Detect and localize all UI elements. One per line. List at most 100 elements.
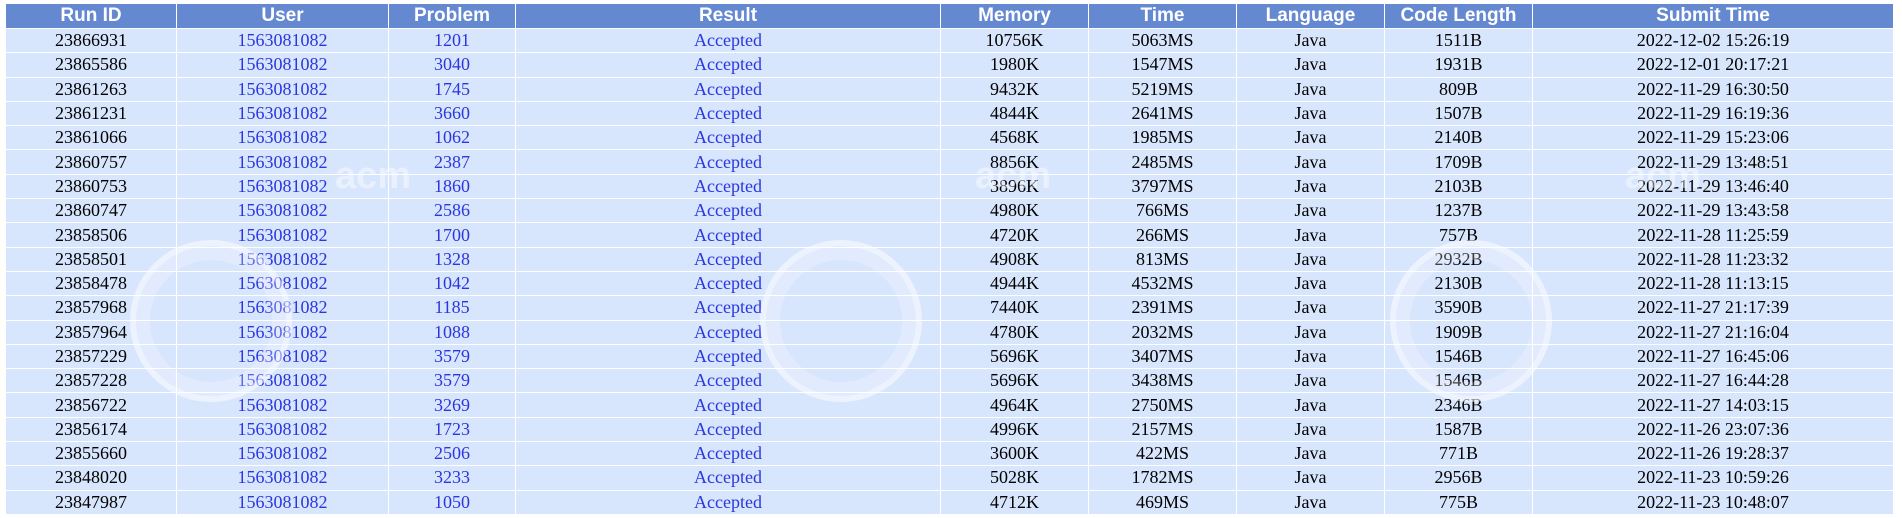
cell-user-link[interactable]: 1563081082	[177, 223, 388, 247]
cell-problem-link[interactable]: 3233	[389, 466, 515, 490]
table-row: 23848020 1563081082 3233 Accepted 5028K 1782M…	[6, 466, 1893, 490]
cell-run-id: 23861263	[6, 77, 176, 101]
cell-problem-link[interactable]: 3660	[389, 101, 515, 126]
cell-submit-time: 2022-11-26 23:07:36	[1533, 417, 1893, 442]
cell-problem-link[interactable]: 1201	[389, 29, 515, 53]
cell-problem-link[interactable]: 3579	[389, 344, 515, 369]
cell-result: Accepted	[516, 466, 940, 490]
cell-submit-time: 2022-11-23 10:59:26	[1533, 466, 1893, 490]
cell-memory: 1980K	[941, 53, 1088, 77]
cell-user-link[interactable]: 1563081082	[177, 247, 388, 271]
cell-time: 469MS	[1089, 490, 1236, 514]
cell-run-id: 23857228	[6, 369, 176, 393]
cell-user-link[interactable]: 1563081082	[177, 320, 388, 344]
cell-language: Java	[1237, 29, 1384, 53]
cell-result: Accepted	[516, 150, 940, 174]
cell-language: Java	[1237, 466, 1384, 490]
cell-problem-link[interactable]: 3269	[389, 393, 515, 417]
cell-user-link[interactable]: 1563081082	[177, 490, 388, 514]
cell-time: 4532MS	[1089, 271, 1236, 296]
cell-submit-time: 2022-12-01 20:17:21	[1533, 53, 1893, 77]
cell-memory: 5028K	[941, 466, 1088, 490]
cell-time: 2391MS	[1089, 296, 1236, 320]
table-row: 23856174 1563081082 1723 Accepted 4996K 2157M…	[6, 417, 1893, 442]
cell-submit-time: 2022-11-23 10:48:07	[1533, 490, 1893, 514]
cell-run-id: 23856174	[6, 417, 176, 442]
cell-problem-link[interactable]: 3040	[389, 53, 515, 77]
table-row: 23857228 1563081082 3579 Accepted 5696K 3438M…	[6, 369, 1893, 393]
cell-problem-link[interactable]: 1050	[389, 490, 515, 514]
table-row: 23861231 1563081082 3660 Accepted 4844K 2641M…	[6, 101, 1893, 126]
table-row: 23856722 1563081082 3269 Accepted 4964K 2750M…	[6, 393, 1893, 417]
cell-problem-link[interactable]: 1088	[389, 320, 515, 344]
cell-time: 2750MS	[1089, 393, 1236, 417]
cell-problem-link[interactable]: 1185	[389, 296, 515, 320]
cell-code-length: 1546B	[1385, 369, 1532, 393]
cell-language: Java	[1237, 320, 1384, 344]
table-row: 23858478 1563081082 1042 Accepted 4944K 4532M…	[6, 271, 1893, 296]
cell-user-link[interactable]: 1563081082	[177, 296, 388, 320]
cell-memory: 4844K	[941, 101, 1088, 126]
cell-memory: 4712K	[941, 490, 1088, 514]
cell-user-link[interactable]: 1563081082	[177, 150, 388, 174]
cell-user-link[interactable]: 1563081082	[177, 393, 388, 417]
cell-run-id: 23857229	[6, 344, 176, 369]
cell-run-id: 23857964	[6, 320, 176, 344]
cell-result: Accepted	[516, 344, 940, 369]
cell-submit-time: 2022-11-27 16:45:06	[1533, 344, 1893, 369]
cell-submit-time: 2022-11-29 13:48:51	[1533, 150, 1893, 174]
cell-problem-link[interactable]: 1723	[389, 417, 515, 442]
table-row: 23860753 1563081082 1860 Accepted 3896K 3797M…	[6, 174, 1893, 199]
table-row: 23855660 1563081082 2506 Accepted 3600K 422MS…	[6, 442, 1893, 466]
cell-code-length: 1511B	[1385, 29, 1532, 53]
cell-memory: 10756K	[941, 29, 1088, 53]
cell-user-link[interactable]: 1563081082	[177, 174, 388, 199]
status-table: Run ID User Problem Result Memory Time Languag…	[5, 3, 1894, 515]
cell-user-link[interactable]: 1563081082	[177, 369, 388, 393]
cell-user-link[interactable]: 1563081082	[177, 53, 388, 77]
cell-run-id: 23856722	[6, 393, 176, 417]
table-row: 23858501 1563081082 1328 Accepted 4908K 813MS…	[6, 247, 1893, 271]
cell-submit-time: 2022-11-29 16:30:50	[1533, 77, 1893, 101]
cell-time: 1782MS	[1089, 466, 1236, 490]
cell-user-link[interactable]: 1563081082	[177, 442, 388, 466]
cell-user-link[interactable]: 1563081082	[177, 77, 388, 101]
cell-problem-link[interactable]: 2387	[389, 150, 515, 174]
cell-user-link[interactable]: 1563081082	[177, 271, 388, 296]
cell-user-link[interactable]: 1563081082	[177, 466, 388, 490]
cell-user-link[interactable]: 1563081082	[177, 417, 388, 442]
cell-memory: 4964K	[941, 393, 1088, 417]
cell-problem-link[interactable]: 2506	[389, 442, 515, 466]
cell-problem-link[interactable]: 1700	[389, 223, 515, 247]
cell-time: 1547MS	[1089, 53, 1236, 77]
cell-code-length: 3590B	[1385, 296, 1532, 320]
cell-result: Accepted	[516, 174, 940, 199]
cell-code-length: 1587B	[1385, 417, 1532, 442]
cell-code-length: 1931B	[1385, 53, 1532, 77]
cell-problem-link[interactable]: 1042	[389, 271, 515, 296]
cell-problem-link[interactable]: 1328	[389, 247, 515, 271]
cell-result: Accepted	[516, 77, 940, 101]
cell-problem-link[interactable]: 3579	[389, 369, 515, 393]
cell-user-link[interactable]: 1563081082	[177, 29, 388, 53]
cell-run-id: 23847987	[6, 490, 176, 514]
cell-language: Java	[1237, 150, 1384, 174]
column-header-result: Result	[516, 4, 940, 28]
cell-language: Java	[1237, 417, 1384, 442]
cell-user-link[interactable]: 1563081082	[177, 126, 388, 150]
cell-memory: 8856K	[941, 150, 1088, 174]
cell-user-link[interactable]: 1563081082	[177, 344, 388, 369]
cell-user-link[interactable]: 1563081082	[177, 101, 388, 126]
cell-problem-link[interactable]: 1062	[389, 126, 515, 150]
cell-code-length: 771B	[1385, 442, 1532, 466]
cell-problem-link[interactable]: 2586	[389, 199, 515, 223]
cell-user-link[interactable]: 1563081082	[177, 199, 388, 223]
cell-problem-link[interactable]: 1860	[389, 174, 515, 199]
column-header-submit-time: Submit Time	[1533, 4, 1893, 28]
cell-submit-time: 2022-11-29 16:19:36	[1533, 101, 1893, 126]
cell-language: Java	[1237, 77, 1384, 101]
cell-run-id: 23865586	[6, 53, 176, 77]
cell-problem-link[interactable]: 1745	[389, 77, 515, 101]
cell-result: Accepted	[516, 369, 940, 393]
cell-submit-time: 2022-11-28 11:25:59	[1533, 223, 1893, 247]
